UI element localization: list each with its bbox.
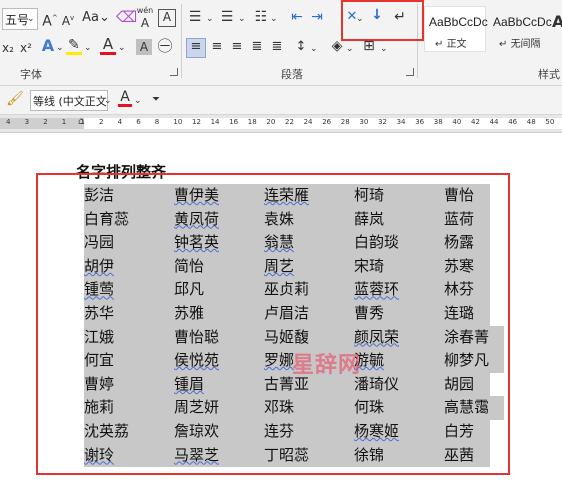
paragraph-dialog-launcher-icon[interactable]	[406, 68, 414, 76]
grow-font-icon[interactable]: A^	[42, 10, 58, 30]
chevron-down-icon[interactable]: ⌄	[134, 93, 142, 109]
styles-group-label: 样式	[538, 68, 560, 81]
font-color-icon[interactable]: A	[100, 37, 116, 55]
style-heading-partial[interactable]: A	[552, 14, 562, 30]
justify-icon[interactable]: ≣	[248, 39, 266, 55]
ruler-number: 20	[266, 118, 276, 126]
ruler-number: 38	[433, 118, 443, 126]
ruler-number: 18	[247, 118, 257, 126]
style-normal[interactable]: AaBbCcDc ↵ 正文	[424, 6, 488, 52]
ruler-number: 34	[396, 118, 406, 126]
ruler-number: 14	[210, 118, 220, 126]
ruler-number: 44	[489, 118, 499, 126]
ruler-number: 24	[303, 118, 313, 126]
ruler-number: 28	[340, 118, 350, 126]
font-color-icon[interactable]: A	[118, 90, 132, 107]
char-shading-icon[interactable]: A	[136, 39, 152, 55]
ruler-number: 48	[526, 118, 536, 126]
text-effect-icon[interactable]: A	[40, 38, 56, 54]
chevron-down-icon[interactable]: ⌄	[104, 93, 112, 109]
phonetic-top-label: wén	[136, 6, 154, 15]
quick-toolbar: 🖌 等线 (中文正文 ⌄ A ⌄ ⏷	[0, 86, 562, 115]
ruler-number: 40	[452, 118, 462, 126]
align-left-icon[interactable]: ≡	[186, 38, 206, 58]
char-border-icon[interactable]: A	[158, 9, 176, 27]
horizontal-ruler[interactable]: ⌂ 4 3 2 1 1 2 4 6 8 10 12 14 16 18 20 22 24 26 28 30 32 34 36 3…	[0, 115, 562, 133]
chevron-down-icon[interactable]: ⌄	[310, 41, 318, 57]
ruler-ticks: 4 3 2 1 1 2 4 6 8 10 12 14 16 18 20 22 24 26 28 30 32 34 36 38 4…	[0, 118, 562, 128]
chevron-down-icon[interactable]: ⌄	[270, 11, 278, 27]
distributed-icon[interactable]: ≣	[268, 39, 286, 55]
phonetic-guide-button[interactable]: wén A	[136, 6, 154, 30]
ruler-number: 22	[285, 118, 294, 126]
style-preview: AaBbCcDc	[429, 15, 488, 29]
format-painter-icon[interactable]: 🖌	[6, 91, 24, 107]
line-spacing-icon[interactable]: ↕	[292, 39, 310, 55]
ribbon: 五号 ⌄ A^ Av Aa⌄ ⌫ wén A A x₂ x² A ⌄ ✎ ⌄ A…	[0, 0, 562, 86]
bullets-icon[interactable]: ☰	[186, 9, 204, 25]
sort-highlight-frame	[341, 0, 424, 41]
style-preview: AaBbCcDc	[493, 15, 552, 29]
multilevel-list-icon[interactable]: ☷	[252, 9, 270, 25]
ruler-number: 50	[545, 118, 555, 126]
ruler-number: 2	[43, 118, 48, 126]
font-name-dropdown[interactable]: 等线 (中文正文	[30, 90, 108, 111]
font-name-value: 等线 (中文正文	[33, 95, 107, 108]
chevron-down-icon[interactable]: ⌄	[238, 11, 246, 27]
ruler-number: 4	[6, 118, 11, 126]
chevron-down-icon[interactable]: ⌄	[206, 11, 214, 27]
enclose-char-icon[interactable]: ㊀	[156, 38, 174, 54]
ruler-number: 30	[359, 118, 369, 126]
ruler-number: 1	[80, 118, 85, 126]
superscript-button[interactable]: x²	[18, 40, 34, 56]
clear-format-icon[interactable]: ⌫	[116, 9, 137, 25]
chevron-down-icon[interactable]: ⌄	[84, 40, 92, 56]
subscript-button[interactable]: x₂	[0, 40, 16, 56]
align-right-icon[interactable]: ≡	[228, 39, 246, 55]
document-page: 名字排列整齐 彭洁 曹伊美 连荣雁 柯琦 曹怡 白育蕊 黄凤荷 袁姝 薛岚 蓝荷 冯园 钟茗英 翁慧 白韵…	[0, 133, 562, 500]
selection-highlight-frame	[36, 173, 510, 475]
ruler-number: 3	[24, 118, 30, 126]
ruler-number: 6	[136, 118, 141, 126]
ruler-number: 36	[415, 118, 425, 126]
style-no-spacing[interactable]: AaBbCcDc ↵ 无间隔	[488, 6, 552, 52]
ruler-number: 32	[378, 118, 387, 126]
numbering-icon[interactable]: ☰	[218, 9, 236, 25]
ruler-number: 1	[61, 118, 67, 126]
chevron-down-icon: ⌄	[27, 14, 35, 24]
increase-indent-icon[interactable]: ⇥	[308, 9, 326, 25]
chevron-down-icon[interactable]: ⌄	[380, 41, 388, 57]
style-caption: ↵ 无间隔	[499, 39, 541, 50]
paragraph-group-label: 段落	[281, 68, 303, 81]
ruler-number: 26	[322, 118, 332, 126]
decrease-indent-icon[interactable]: ⇤	[288, 9, 306, 25]
ruler-number: 10	[173, 118, 183, 126]
chevron-down-icon[interactable]: ⌄	[346, 41, 354, 57]
style-caption: ↵ 正文	[435, 39, 467, 50]
font-group-label: 字体	[20, 68, 42, 81]
change-case-button[interactable]: Aa⌄	[82, 10, 110, 26]
ruler-number: 8	[154, 118, 160, 126]
ruler-number: 46	[508, 118, 518, 126]
chevron-down-icon[interactable]: ⌄	[118, 40, 126, 56]
ruler-number: 4	[117, 118, 123, 126]
ruler-number: 12	[192, 118, 201, 126]
font-dialog-launcher-icon[interactable]	[170, 68, 178, 76]
customize-toolbar-icon[interactable]: ⏷	[152, 92, 160, 108]
shrink-font-icon[interactable]: Av	[60, 10, 76, 29]
ruler-number: 16	[229, 118, 239, 126]
font-size-dropdown[interactable]: 五号 ⌄	[2, 8, 38, 30]
phonetic-bottom-label: A	[140, 16, 150, 30]
font-size-value: 五号	[5, 13, 30, 27]
ruler-number: 2	[99, 118, 104, 126]
group-divider	[181, 4, 182, 78]
ruler-number: 42	[471, 118, 480, 126]
chevron-down-icon[interactable]: ⌄	[56, 40, 64, 56]
align-center-icon[interactable]: ≡	[208, 39, 226, 55]
highlight-icon[interactable]: ✎	[66, 38, 82, 55]
